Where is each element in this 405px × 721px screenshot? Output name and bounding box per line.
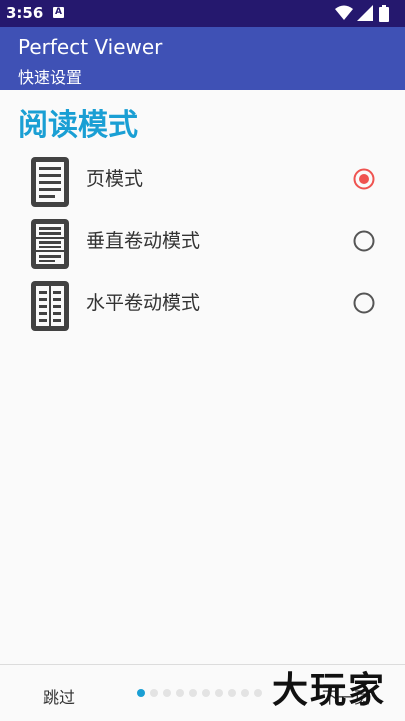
page-dot [137,689,145,697]
horizontal-scroll-icon [31,281,69,331]
option-label: 垂直卷动模式 [86,230,201,252]
a-box-icon: A [53,7,64,18]
app-bar: Perfect Viewer 快速设置 [0,27,405,90]
skip-button[interactable]: 跳过 [43,684,75,708]
radio-unselected[interactable] [353,292,375,314]
option-page-mode[interactable]: 页模式 [0,156,405,214]
section-title: 阅读模式 [18,108,138,143]
option-horizontal-scroll[interactable]: 水平卷动模式 [0,280,405,338]
option-label: 水平卷动模式 [86,292,201,314]
page-dot [163,689,171,697]
page-dot [150,689,158,697]
status-time: 3:56 [6,4,44,22]
watermark-logo: 大玩家 [272,670,387,711]
wifi-icon [335,5,353,20]
radio-selected[interactable] [353,168,375,190]
vertical-scroll-icon [31,219,69,269]
status-bar: 3:56 A [0,0,405,27]
page-dot [202,689,210,697]
app-subtitle: 快速设置 [18,68,83,87]
battery-icon [379,5,389,22]
page-dot [189,689,197,697]
page-dot [228,689,236,697]
option-vertical-scroll[interactable]: 垂直卷动模式 [0,218,405,276]
radio-unselected[interactable] [353,230,375,252]
signal-icon [357,5,373,21]
page-dot [215,689,223,697]
page-dot [176,689,184,697]
page-dot [254,689,262,697]
page-dot [241,689,249,697]
app-title: Perfect Viewer [18,35,163,59]
page-mode-icon [31,157,69,207]
option-label: 页模式 [86,168,144,190]
